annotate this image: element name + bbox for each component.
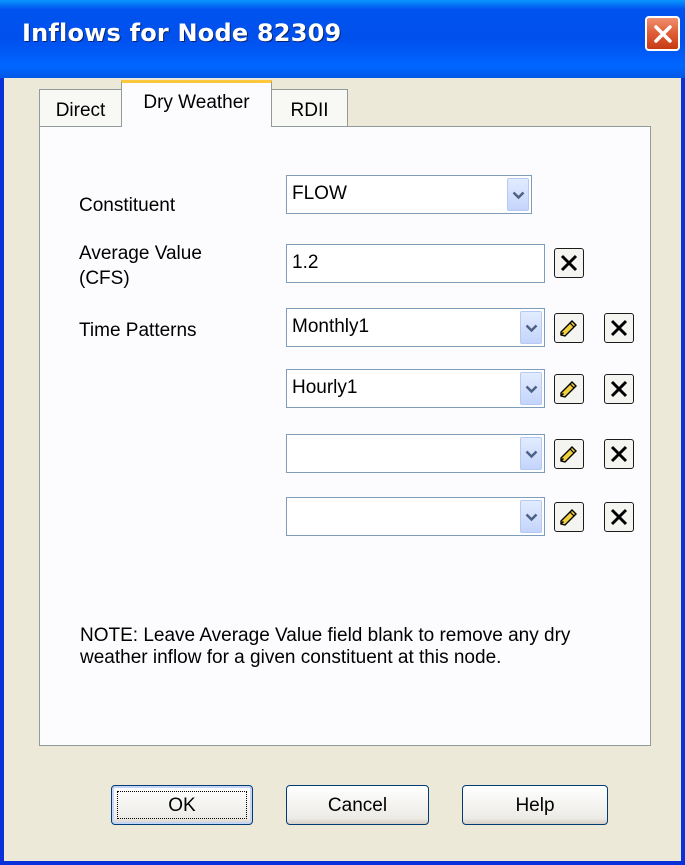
pattern-dropdown-button-1[interactable] <box>520 311 542 344</box>
constituent-dropdown-button[interactable] <box>507 178 529 211</box>
pattern-select-4[interactable] <box>286 497 545 536</box>
pattern-dropdown-button-3[interactable] <box>520 437 542 470</box>
focus-rectangle <box>117 791 247 819</box>
tab-dry-weather[interactable]: Dry Weather <box>121 80 272 127</box>
clear-average-button[interactable] <box>554 248 584 278</box>
chevron-down-icon <box>525 450 538 459</box>
chevron-down-icon <box>525 324 538 333</box>
pattern-value-1: Monthly1 <box>292 316 370 337</box>
clear-x-icon <box>610 508 628 526</box>
average-value-label-units: (CFS) <box>79 267 130 289</box>
clear-x-icon <box>610 380 628 398</box>
edit-pattern-button-1[interactable] <box>554 313 584 343</box>
constituent-select[interactable]: FLOW <box>286 175 532 214</box>
help-button[interactable]: Help <box>462 785 608 825</box>
average-value-label-line1: Average Value <box>79 243 202 264</box>
inflows-dialog: Inflows for Node 82309 Direct Dry Weathe… <box>0 0 685 865</box>
edit-pencil-icon <box>560 446 577 463</box>
clear-x-icon <box>610 319 628 337</box>
cancel-button-label: Cancel <box>327 795 388 816</box>
pattern-select-1[interactable]: Monthly1 <box>286 308 545 347</box>
tab-rdii-label: RDII <box>290 100 329 121</box>
clear-x-icon <box>560 254 578 272</box>
tab-rdii[interactable]: RDII <box>271 89 348 127</box>
tab-dry-weather-label: Dry Weather <box>143 92 250 113</box>
ok-button[interactable]: OK <box>111 785 253 825</box>
edit-pattern-button-2[interactable] <box>554 374 584 404</box>
time-patterns-label: Time Patterns <box>79 320 197 341</box>
edit-pencil-icon <box>560 509 577 526</box>
edit-pattern-button-3[interactable] <box>554 439 584 469</box>
window-title: Inflows for Node 82309 <box>22 19 342 47</box>
clear-pattern-button-4[interactable] <box>604 502 634 532</box>
pattern-dropdown-button-4[interactable] <box>520 500 542 533</box>
average-value-label: Average Value (CFS) <box>79 242 202 291</box>
average-value-input[interactable]: 1.2 <box>286 244 545 283</box>
pattern-select-3[interactable] <box>286 434 545 473</box>
chevron-down-icon <box>525 513 538 522</box>
pattern-dropdown-button-2[interactable] <box>520 372 542 405</box>
constituent-value: FLOW <box>292 183 347 204</box>
chevron-down-icon <box>512 191 525 200</box>
clear-x-icon <box>610 445 628 463</box>
average-value-text: 1.2 <box>292 252 319 273</box>
close-button[interactable] <box>645 16 680 51</box>
edit-pattern-button-4[interactable] <box>554 502 584 532</box>
edit-pencil-icon <box>560 381 577 398</box>
close-icon <box>654 25 672 43</box>
pattern-select-2[interactable]: Hourly1 <box>286 369 545 408</box>
tab-direct-label: Direct <box>55 100 106 121</box>
chevron-down-icon <box>525 385 538 394</box>
title-bar[interactable]: Inflows for Node 82309 <box>0 0 685 78</box>
cancel-button[interactable]: Cancel <box>286 785 429 825</box>
dry-weather-note: NOTE: Leave Average Value field blank to… <box>80 625 571 668</box>
clear-pattern-button-1[interactable] <box>604 313 634 343</box>
edit-pencil-icon <box>560 320 577 337</box>
tab-direct[interactable]: Direct <box>39 89 122 127</box>
clear-pattern-button-2[interactable] <box>604 374 634 404</box>
pattern-value-2: Hourly1 <box>292 377 358 398</box>
clear-pattern-button-3[interactable] <box>604 439 634 469</box>
constituent-label: Constituent <box>79 195 176 216</box>
help-button-label: Help <box>515 795 555 816</box>
